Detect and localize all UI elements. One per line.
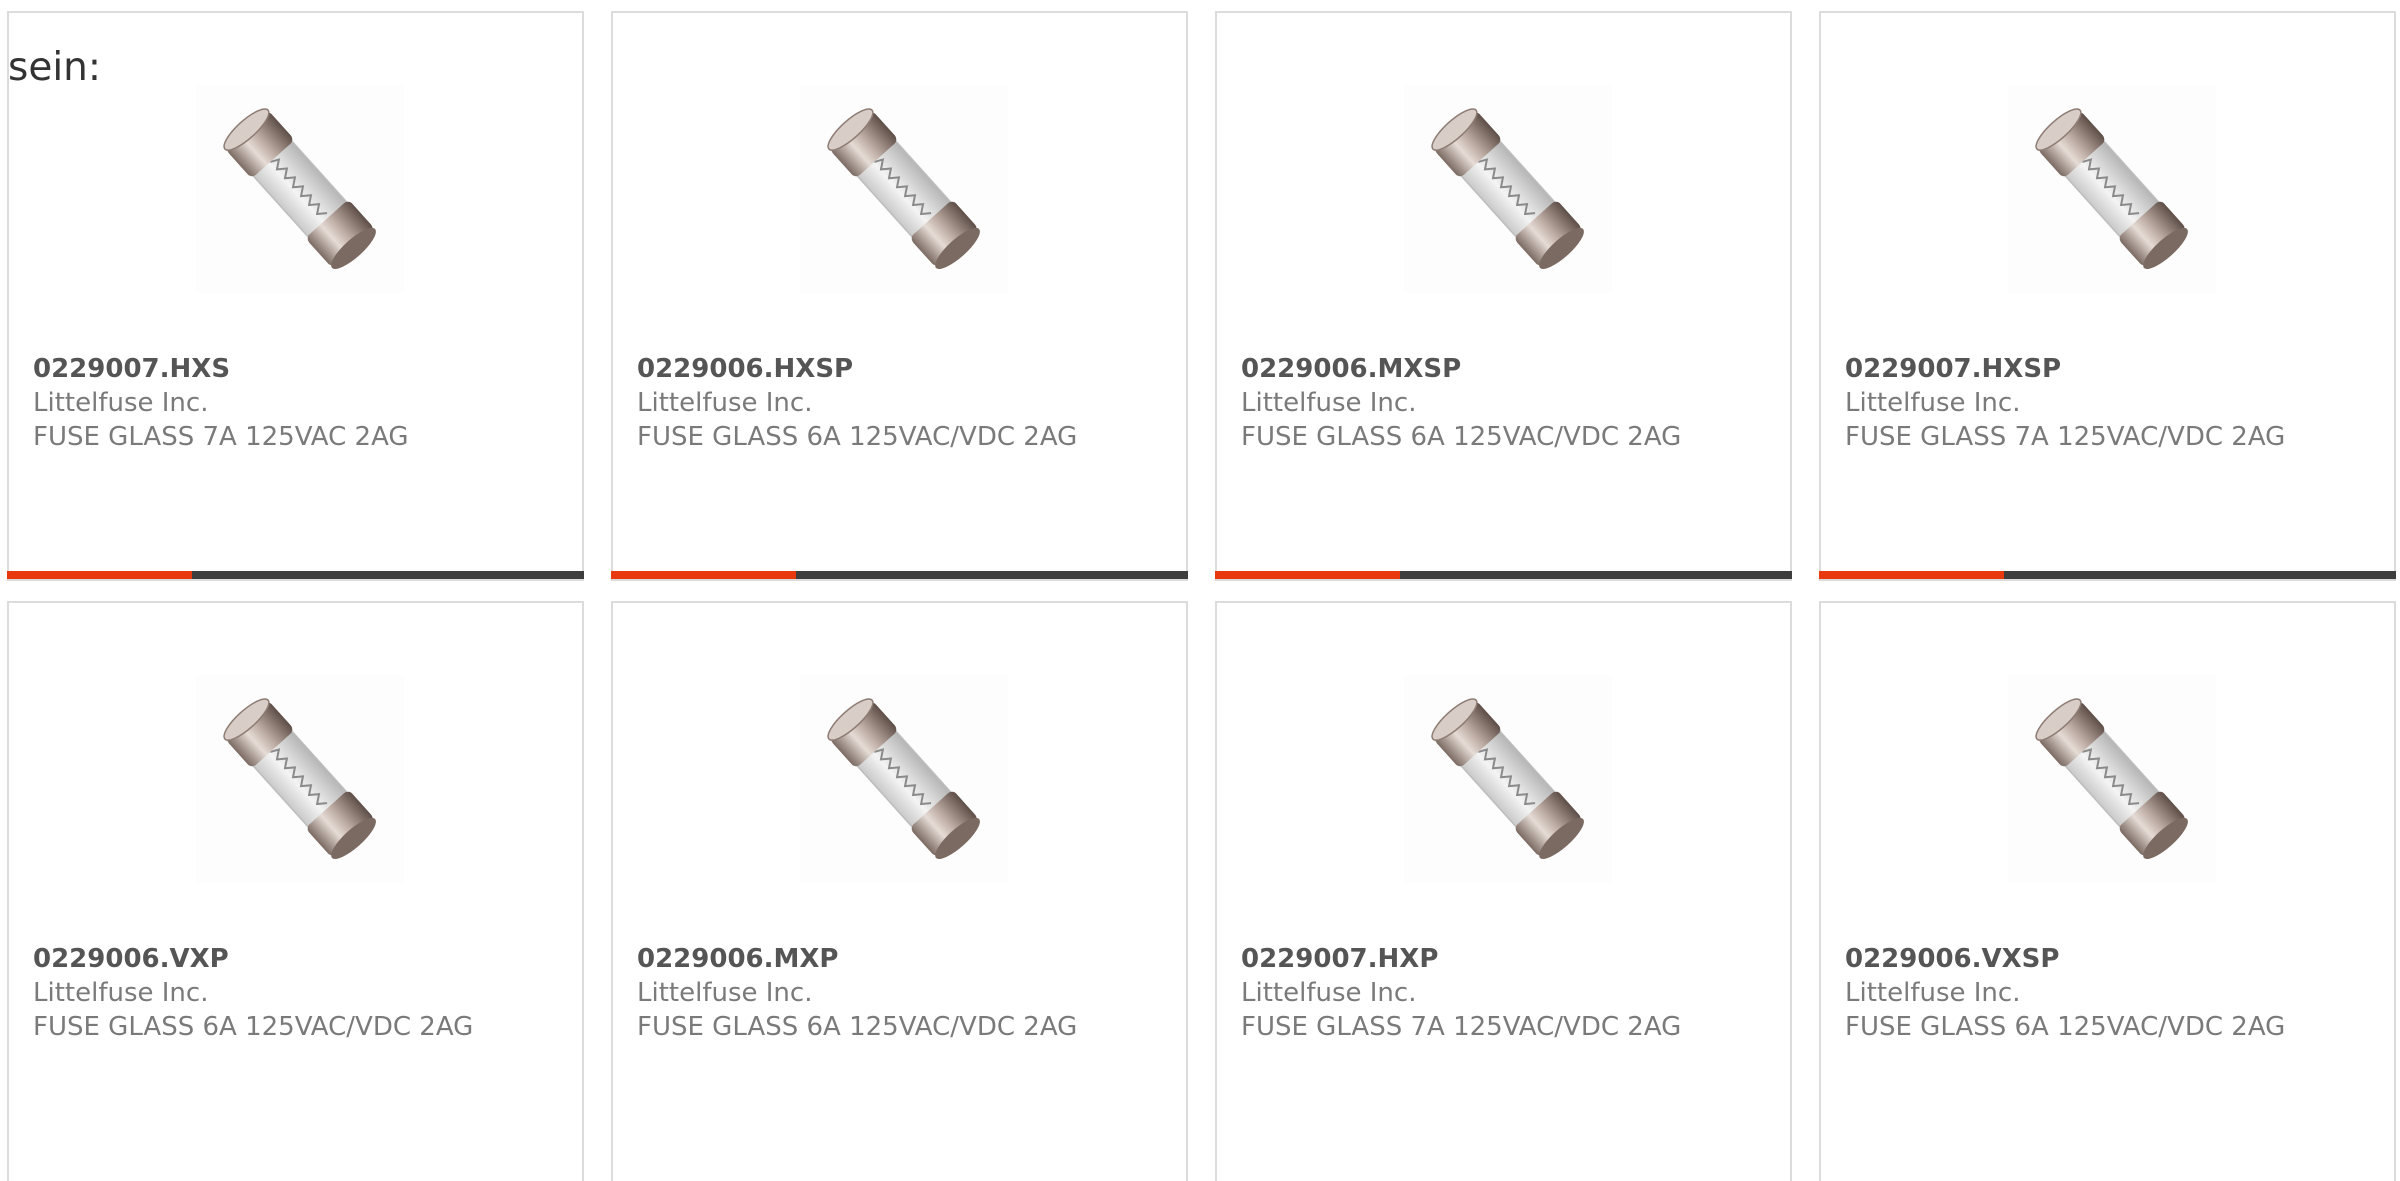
fuse-image-icon[interactable] xyxy=(1404,85,1612,293)
product-description: FUSE GLASS 6A 125VAC/VDC 2AG xyxy=(1845,1012,2286,1042)
manufacturer-name: Littelfuse Inc. xyxy=(1845,388,2021,418)
product-card-0229007-hxp[interactable]: 0229007.HXP Littelfuse Inc. FUSE GLASS 7… xyxy=(1215,601,1792,1181)
progress-bar xyxy=(1215,571,1792,579)
product-info: 0229007.HXP Littelfuse Inc. FUSE GLASS 7… xyxy=(1241,942,1780,1044)
product-card-0229006-vxsp[interactable]: 0229006.VXSP Littelfuse Inc. FUSE GLASS … xyxy=(1819,601,2396,1181)
product-description: FUSE GLASS 7A 125VAC 2AG xyxy=(33,422,409,452)
manufacturer-name: Littelfuse Inc. xyxy=(33,388,209,418)
product-card-0229006-mxp[interactable]: 0229006.MXP Littelfuse Inc. FUSE GLASS 6… xyxy=(611,601,1188,1181)
fuse-image-icon[interactable] xyxy=(800,85,1008,293)
progress-bar xyxy=(7,571,584,579)
product-info: 0229006.VXP Littelfuse Inc. FUSE GLASS 6… xyxy=(33,942,572,1044)
product-description: FUSE GLASS 6A 125VAC/VDC 2AG xyxy=(1241,422,1682,452)
fuse-image-icon[interactable] xyxy=(196,85,404,293)
product-info: 0229006.HXSP Littelfuse Inc. FUSE GLASS … xyxy=(637,352,1176,454)
product-card-0229006-hxsp[interactable]: 0229006.HXSP Littelfuse Inc. FUSE GLASS … xyxy=(611,11,1188,581)
product-info: 0229006.MXP Littelfuse Inc. FUSE GLASS 6… xyxy=(637,942,1176,1044)
manufacturer-name: Littelfuse Inc. xyxy=(1241,388,1417,418)
product-description: FUSE GLASS 6A 125VAC/VDC 2AG xyxy=(33,1012,474,1042)
part-number-link[interactable]: 0229006.MXSP xyxy=(1241,352,1780,386)
product-description: FUSE GLASS 6A 125VAC/VDC 2AG xyxy=(637,1012,1078,1042)
part-number-link[interactable]: 0229007.HXP xyxy=(1241,942,1780,976)
part-number-link[interactable]: 0229006.VXSP xyxy=(1845,942,2384,976)
manufacturer-name: Littelfuse Inc. xyxy=(637,388,813,418)
product-description: FUSE GLASS 7A 125VAC/VDC 2AG xyxy=(1241,1012,1682,1042)
product-grid: 0229007.HXS Littelfuse Inc. FUSE GLASS 7… xyxy=(7,11,2400,1181)
part-number-link[interactable]: 0229006.VXP xyxy=(33,942,572,976)
product-info: 0229006.MXSP Littelfuse Inc. FUSE GLASS … xyxy=(1241,352,1780,454)
product-card-0229007-hxsp[interactable]: 0229007.HXSP Littelfuse Inc. FUSE GLASS … xyxy=(1819,11,2396,581)
product-info: 0229006.VXSP Littelfuse Inc. FUSE GLASS … xyxy=(1845,942,2384,1044)
fuse-image-icon[interactable] xyxy=(2008,85,2216,293)
fuse-image-icon[interactable] xyxy=(800,675,1008,883)
product-card-0229006-vxp[interactable]: 0229006.VXP Littelfuse Inc. FUSE GLASS 6… xyxy=(7,601,584,1181)
intro-text: sein: xyxy=(8,45,102,90)
product-info: 0229007.HXSP Littelfuse Inc. FUSE GLASS … xyxy=(1845,352,2384,454)
product-card-0229007-hxs[interactable]: 0229007.HXS Littelfuse Inc. FUSE GLASS 7… xyxy=(7,11,584,581)
manufacturer-name: Littelfuse Inc. xyxy=(1845,978,2021,1008)
progress-bar-fill xyxy=(7,571,192,579)
progress-bar xyxy=(1819,571,2396,579)
part-number-link[interactable]: 0229006.MXP xyxy=(637,942,1176,976)
progress-bar-fill xyxy=(611,571,796,579)
fuse-image-icon[interactable] xyxy=(196,675,404,883)
manufacturer-name: Littelfuse Inc. xyxy=(33,978,209,1008)
manufacturer-name: Littelfuse Inc. xyxy=(1241,978,1417,1008)
progress-bar-fill xyxy=(1215,571,1400,579)
part-number-link[interactable]: 0229006.HXSP xyxy=(637,352,1176,386)
part-number-link[interactable]: 0229007.HXS xyxy=(33,352,572,386)
progress-bar-fill xyxy=(1819,571,2004,579)
progress-bar xyxy=(611,571,1188,579)
product-description: FUSE GLASS 6A 125VAC/VDC 2AG xyxy=(637,422,1078,452)
part-number-link[interactable]: 0229007.HXSP xyxy=(1845,352,2384,386)
fuse-image-icon[interactable] xyxy=(1404,675,1612,883)
fuse-image-icon[interactable] xyxy=(2008,675,2216,883)
product-card-0229006-mxsp[interactable]: 0229006.MXSP Littelfuse Inc. FUSE GLASS … xyxy=(1215,11,1792,581)
product-info: 0229007.HXS Littelfuse Inc. FUSE GLASS 7… xyxy=(33,352,572,454)
manufacturer-name: Littelfuse Inc. xyxy=(637,978,813,1008)
product-description: FUSE GLASS 7A 125VAC/VDC 2AG xyxy=(1845,422,2286,452)
